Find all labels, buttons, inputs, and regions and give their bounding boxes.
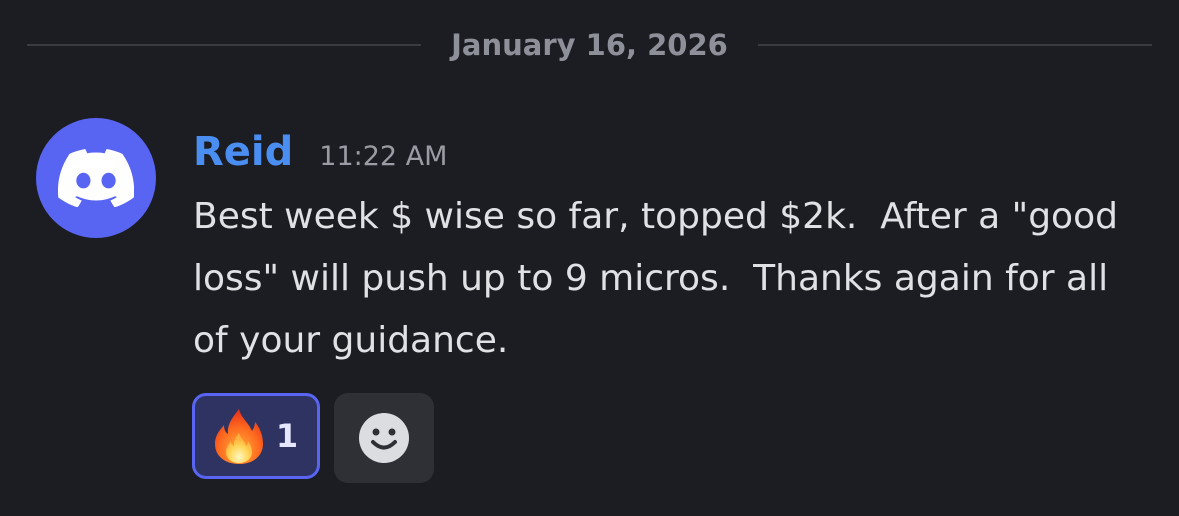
reaction-fire-button[interactable]: 1	[192, 393, 320, 479]
smiley-icon	[359, 413, 409, 463]
divider-line-left	[27, 44, 422, 46]
author-name[interactable]: Reid	[193, 124, 293, 180]
divider-date: January 16, 2026	[451, 28, 728, 62]
avatar[interactable]	[36, 118, 156, 238]
add-reaction-button[interactable]	[334, 393, 434, 483]
reaction-bar: 1	[192, 393, 434, 483]
date-divider: January 16, 2026	[27, 24, 1152, 66]
reaction-count: 1	[275, 417, 299, 455]
divider-line-right	[757, 44, 1152, 46]
message-timestamp[interactable]: 11:22 AM	[319, 129, 447, 185]
fire-icon	[214, 409, 263, 464]
discord-logo-icon	[58, 149, 134, 207]
message-header: Reid 11:22 AM	[193, 124, 447, 180]
message-content: Best week $ wise so far, topped $2k. Aft…	[193, 196, 1130, 361]
